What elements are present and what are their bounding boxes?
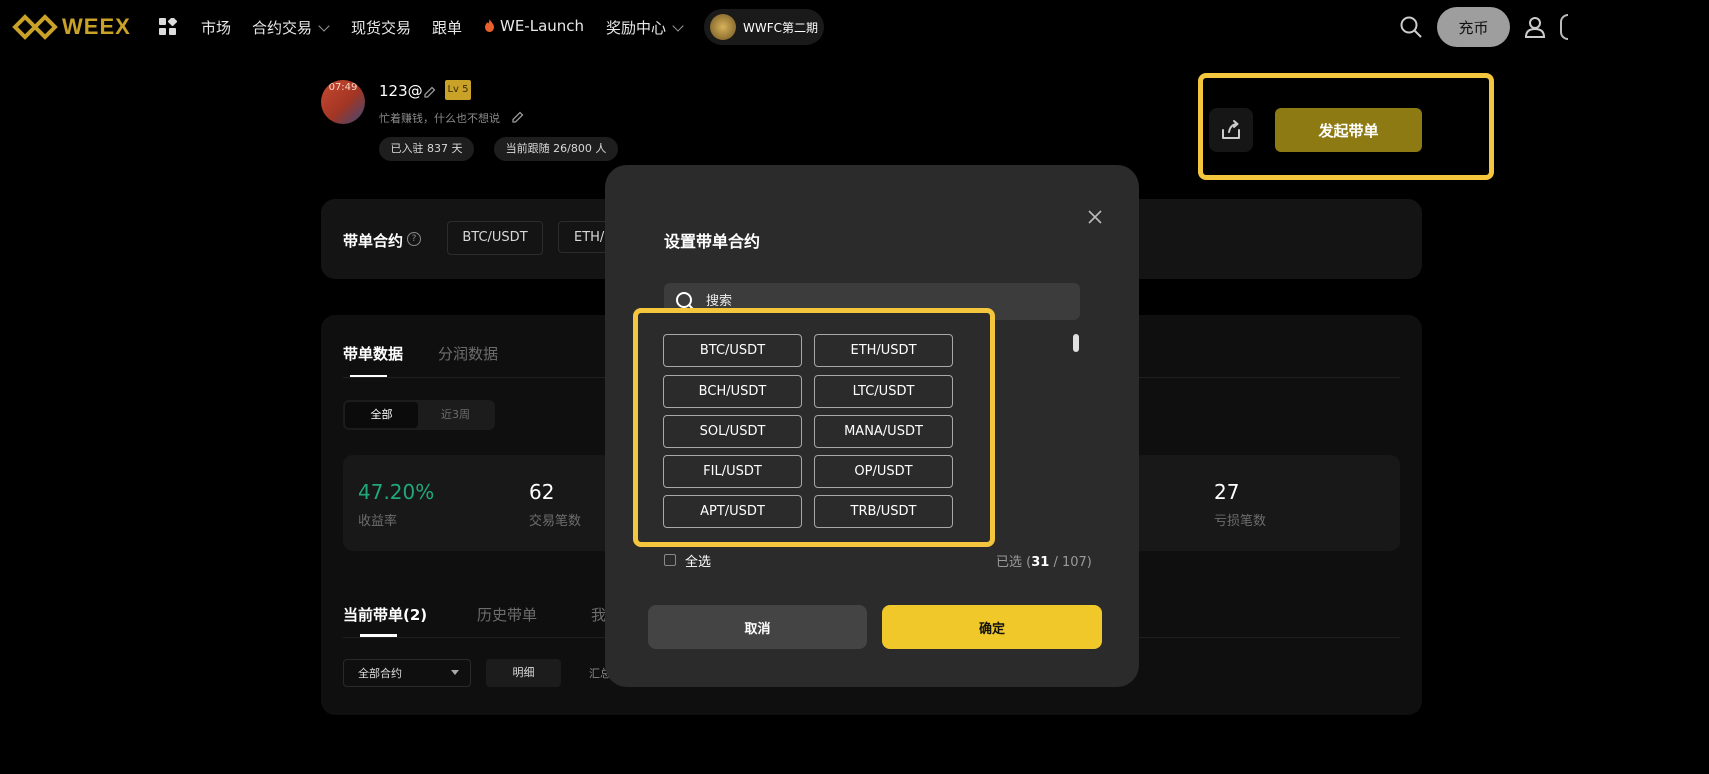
logo-text: WEEX	[62, 14, 131, 39]
help-icon[interactable]: ?	[407, 232, 421, 246]
tab-profit-share[interactable]: 分润数据	[438, 343, 498, 364]
select-all-checkbox[interactable]	[664, 554, 676, 566]
trophy-badge-icon	[710, 14, 736, 40]
nav-copy-trading[interactable]: 跟单	[432, 17, 462, 38]
selected-prefix: 已选 (	[996, 555, 1032, 570]
modal-title: 设置带单合约	[664, 232, 761, 251]
wwfc-label: WWFC第二期	[743, 20, 819, 35]
nav-we-launch-label: WE-Launch	[500, 17, 585, 35]
stat-value-losses: 27	[1214, 480, 1240, 504]
avatar: 07:49	[321, 80, 365, 124]
selected-total: / 107)	[1049, 555, 1092, 570]
deposit-button[interactable]: 充币	[1437, 7, 1510, 47]
wwfc-banner[interactable]: WWFC第二期	[704, 9, 824, 45]
highlight-box-actions	[1198, 73, 1494, 180]
weex-logo[interactable]: WEEX	[12, 10, 131, 44]
stat-label-trades: 交易笔数	[529, 514, 582, 529]
user-icon[interactable]	[1524, 16, 1546, 38]
nav-rewards-label: 奖励中心	[606, 19, 667, 37]
highlight-box-pairs	[633, 308, 995, 547]
level-badge: Lv 5	[445, 80, 471, 100]
search-icon[interactable]	[1400, 16, 1422, 38]
contracts-title: 带单合约	[343, 232, 404, 250]
apps-grid-icon[interactable]	[159, 18, 177, 36]
nav-futures-label: 合约交易	[252, 19, 313, 37]
confirm-button[interactable]: 确定	[882, 605, 1102, 649]
stat-label-losses: 亏损笔数	[1214, 514, 1267, 529]
tab-my[interactable]: 我	[591, 604, 606, 625]
days-joined-chip: 已入驻 837 天	[379, 137, 474, 161]
nav-market[interactable]: 市场	[201, 17, 231, 38]
select-all-label[interactable]: 全选	[685, 551, 711, 570]
chevron-down-icon	[672, 20, 684, 32]
tab-current-orders[interactable]: 当前带单(2)	[343, 604, 427, 625]
username: 123@	[379, 82, 423, 100]
cancel-button[interactable]: 取消	[648, 605, 867, 649]
close-icon[interactable]	[1086, 208, 1104, 226]
bio-text: 忙着赚钱，什么也不想说	[379, 112, 500, 125]
stat-value-return: 47.20%	[358, 480, 435, 504]
nav-we-launch[interactable]: WE-Launch	[484, 17, 584, 35]
tab-history-orders[interactable]: 历史带单	[477, 604, 537, 625]
edit-name-icon[interactable]	[424, 86, 436, 98]
followers-chip: 当前跟随 26/800 人	[494, 137, 618, 161]
avatar-time: 07:49	[328, 82, 358, 93]
selected-number: 31	[1031, 555, 1050, 570]
period-all[interactable]: 全部	[345, 402, 418, 428]
stat-label-return: 收益率	[358, 514, 398, 529]
nav-futures[interactable]: 合约交易	[252, 17, 330, 38]
detail-button[interactable]: 明细	[486, 659, 561, 687]
tab-copy-data[interactable]: 带单数据	[343, 343, 403, 364]
edit-bio-icon[interactable]	[512, 111, 524, 123]
weex-logo-icon	[12, 14, 58, 40]
more-icon[interactable]	[1560, 14, 1568, 40]
selected-count: 已选 (31 / 107)	[996, 551, 1092, 570]
nav-spot[interactable]: 现货交易	[351, 17, 411, 38]
stat-value-trades: 62	[529, 480, 555, 504]
chevron-down-icon	[318, 20, 330, 32]
nav-rewards[interactable]: 奖励中心	[606, 17, 684, 38]
fire-icon	[485, 19, 494, 32]
contract-chip: BTC/USDT	[447, 221, 543, 255]
top-nav: WEEX 市场 合约交易 现货交易 跟单 WE-Launch 奖励中心 WWFC…	[0, 0, 1568, 55]
caret-down-icon	[451, 670, 459, 675]
scrollbar[interactable]	[1073, 334, 1079, 352]
period-3-weeks[interactable]: 近3周	[418, 402, 493, 428]
